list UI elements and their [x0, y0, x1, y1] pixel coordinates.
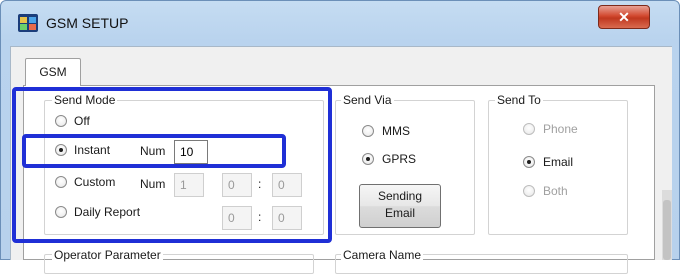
sending-email-line2: Email: [384, 206, 415, 220]
tab-gsm[interactable]: GSM: [25, 58, 81, 86]
radio-phone-label: Phone: [543, 122, 578, 136]
radio-both-label: Both: [543, 184, 568, 198]
radio-gprs-label: GPRS: [382, 152, 417, 166]
radio-gprs[interactable]: [362, 153, 374, 165]
window-title: GSM SETUP: [46, 15, 129, 31]
tab-gsm-label: GSM: [39, 65, 67, 79]
radio-both[interactable]: [523, 185, 535, 197]
send-via-legend: Send Via: [341, 93, 394, 107]
radio-mms-label: MMS: [382, 124, 410, 138]
radio-email[interactable]: [523, 156, 535, 168]
close-icon: ✕: [618, 9, 630, 25]
sending-email-line1: Sending: [377, 189, 423, 203]
sending-email-button[interactable]: Sending Email: [359, 184, 441, 228]
send-to-legend: Send To: [495, 93, 543, 107]
close-button[interactable]: ✕: [598, 5, 650, 29]
app-icon: [18, 14, 38, 32]
title-bar[interactable]: GSM SETUP: [0, 0, 680, 46]
radio-email-label: Email: [543, 155, 574, 169]
radio-phone[interactable]: [523, 123, 535, 135]
scrollbar-thumb[interactable]: [663, 200, 671, 260]
radio-mms[interactable]: [362, 125, 374, 137]
highlight-instant-row: [22, 134, 286, 168]
